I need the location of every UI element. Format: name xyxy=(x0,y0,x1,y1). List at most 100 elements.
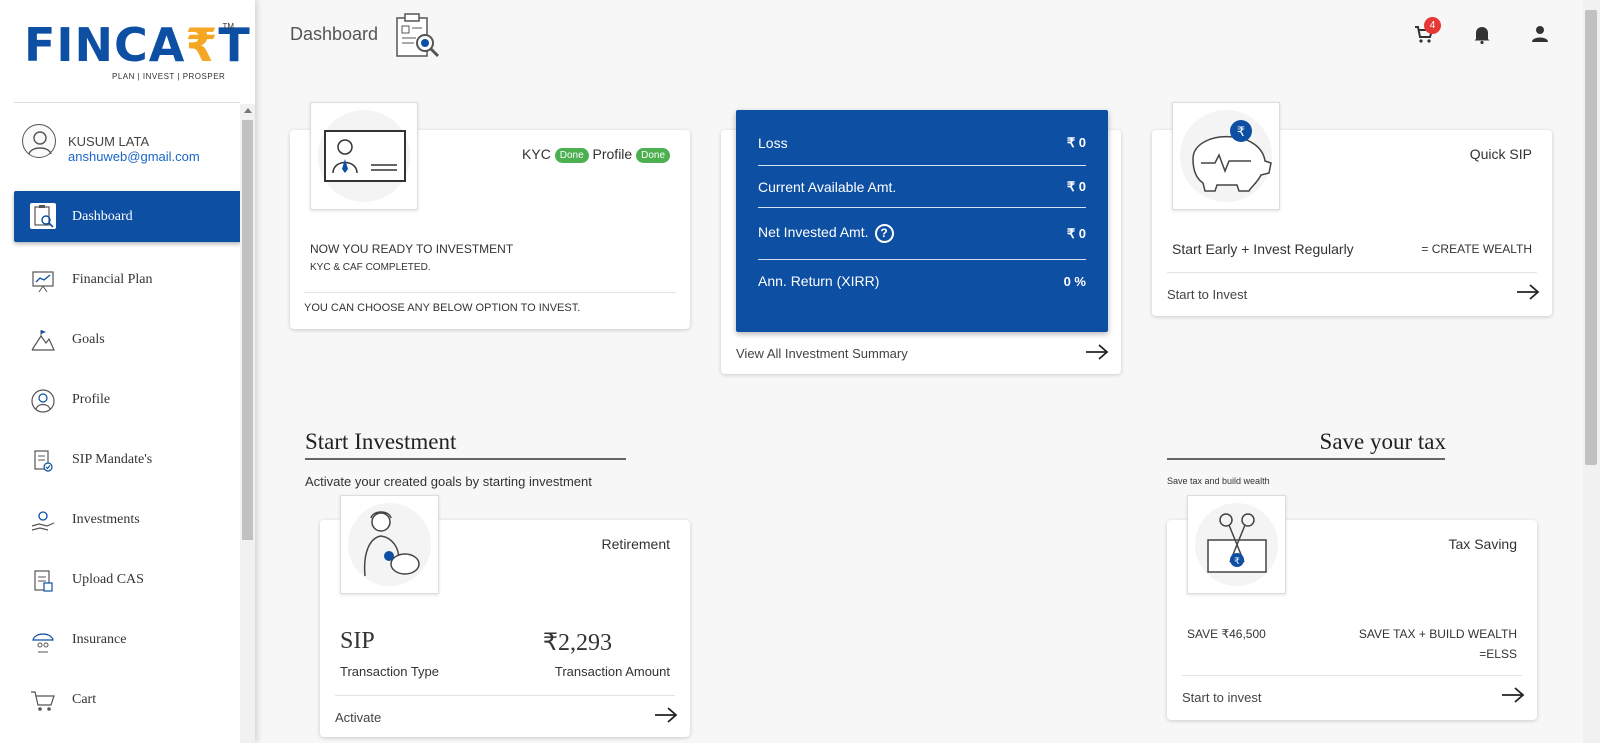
divider xyxy=(335,695,675,696)
piggy-bank-icon: ₹ xyxy=(1192,120,1272,192)
hand-money-icon xyxy=(31,511,55,531)
kyc-submessage: KYC & CAF COMPLETED. xyxy=(310,262,431,273)
view-summary-link[interactable]: View All Investment Summary xyxy=(736,346,908,361)
summary-value: 0 % xyxy=(1063,273,1086,289)
save-amount: SAVE ₹46,500 xyxy=(1187,627,1266,641)
kyc-label: KYC xyxy=(522,146,551,162)
page-title: Dashboard xyxy=(290,24,379,44)
account-icon[interactable] xyxy=(1530,24,1550,44)
sidebar-item-label: Cart xyxy=(72,692,97,707)
sidebar-item-financial-plan[interactable]: Financial Plan xyxy=(14,250,242,310)
quick-sip-icon-box: ₹ xyxy=(1172,102,1280,210)
sidebar-nav: Dashboard Financial Plan Goals Profile S… xyxy=(14,191,242,730)
section-subtitle: Activate your created goals by starting … xyxy=(305,474,592,489)
sidebar: FINCA₹T TM PLAN | INVEST | PROSPER KUSUM… xyxy=(0,0,255,743)
scissors-cash-icon: ₹ xyxy=(1207,513,1267,573)
fincart-logo[interactable]: FINCA₹T TM PLAN | INVEST | PROSPER xyxy=(24,22,250,84)
summary-row-current-available: Current Available Amt. ₹ 0 xyxy=(758,166,1086,208)
scroll-up-arrow-icon[interactable] xyxy=(244,108,252,113)
avatar[interactable] xyxy=(22,124,56,158)
sidebar-item-goals[interactable]: Goals xyxy=(14,310,242,370)
sidebar-item-label: Financial Plan xyxy=(72,272,153,287)
summary-label: Loss xyxy=(758,134,788,151)
arrow-right-icon[interactable] xyxy=(1085,344,1109,360)
sidebar-scroll-thumb[interactable] xyxy=(242,120,253,540)
transaction-type-label: Transaction Type xyxy=(340,664,439,679)
sidebar-divider xyxy=(14,102,240,103)
logo-text-part1: FINCA xyxy=(24,18,186,72)
divider xyxy=(1182,675,1522,676)
section-title-start-investment: Start Investment xyxy=(305,429,457,454)
start-to-invest-tax-link[interactable]: Start to invest xyxy=(1182,690,1261,705)
user-circle-icon xyxy=(31,389,55,413)
profile-done-badge: Done xyxy=(636,147,670,163)
clipboard-search-icon xyxy=(396,13,440,58)
sip-tagline-result: = CREATE WEALTH xyxy=(1421,242,1532,256)
section-subtitle: Save tax and build wealth xyxy=(1167,476,1270,486)
kyc-status: KYC Done Profile Done xyxy=(522,146,670,163)
sidebar-item-label: Insurance xyxy=(72,632,127,647)
summary-panel: Loss ₹ 0 Current Available Amt. ₹ 0 Net … xyxy=(736,110,1108,332)
clipboard-search-icon xyxy=(30,203,56,229)
sidebar-item-investments[interactable]: Investments xyxy=(14,490,242,550)
summary-value: ₹ 0 xyxy=(1066,178,1086,194)
sidebar-item-label: Goals xyxy=(72,332,105,347)
cart-icon xyxy=(31,691,55,711)
kyc-instruction: YOU CAN CHOOSE ANY BELOW OPTION TO INVES… xyxy=(304,302,581,314)
sidebar-item-cart[interactable]: Cart xyxy=(14,670,242,730)
tax-tagline-line1: SAVE TAX + BUILD WEALTH xyxy=(1358,627,1517,641)
divider xyxy=(304,292,676,293)
summary-label: Current Available Amt. xyxy=(758,178,897,195)
logo-rupee: ₹ xyxy=(185,18,219,72)
umbrella-family-icon xyxy=(32,633,54,653)
main-scroll-thumb[interactable] xyxy=(1585,10,1597,465)
sidebar-item-label: Investments xyxy=(72,512,140,527)
start-to-invest-link[interactable]: Start to Invest xyxy=(1167,287,1247,302)
user-info: KUSUM LATA anshuweb@gmail.com xyxy=(22,124,242,168)
sidebar-item-label: SIP Mandate's xyxy=(72,452,153,467)
section-underline xyxy=(1167,458,1445,460)
svg-text:₹: ₹ xyxy=(1234,557,1240,567)
transaction-type-value: SIP xyxy=(340,628,375,654)
sidebar-item-sip-mandates[interactable]: SIP Mandate's xyxy=(14,430,242,490)
summary-row-xirr: Ann. Return (XIRR) 0 % xyxy=(758,260,1086,302)
section-underline xyxy=(305,458,626,460)
summary-row-net-invested: Net Invested Amt.? ₹ 0 xyxy=(758,208,1086,260)
user-avatar-icon xyxy=(28,131,52,155)
sidebar-item-dashboard[interactable]: Dashboard xyxy=(14,191,242,242)
transaction-amount-value: ₹2,293 xyxy=(542,630,612,656)
retirement-icon-box xyxy=(340,495,439,594)
sidebar-item-profile[interactable]: Profile xyxy=(14,370,242,430)
bell-icon[interactable] xyxy=(1472,24,1492,44)
document-check-icon xyxy=(34,450,53,472)
profile-label: Profile xyxy=(592,146,633,162)
elderly-saving-icon xyxy=(363,511,420,577)
arrow-right-icon[interactable] xyxy=(1516,284,1540,300)
help-icon[interactable]: ? xyxy=(874,224,894,243)
card-title: Tax Saving xyxy=(1448,536,1517,552)
sidebar-item-label: Dashboard xyxy=(72,208,133,224)
transaction-amount-label: Transaction Amount xyxy=(554,664,670,679)
summary-row-loss: Loss ₹ 0 xyxy=(758,110,1086,166)
sidebar-item-insurance[interactable]: Insurance xyxy=(14,610,242,670)
user-name: KUSUM LATA xyxy=(68,134,150,149)
activate-link[interactable]: Activate xyxy=(335,710,381,725)
svg-text:₹: ₹ xyxy=(1237,125,1245,140)
tax-tagline-line2: =ELSS xyxy=(1479,647,1517,661)
kyc-message: NOW YOU READY TO INVESTMENT xyxy=(310,242,514,256)
arrow-right-icon[interactable] xyxy=(1501,687,1525,703)
card-title: Retirement xyxy=(601,536,670,552)
arrow-right-icon[interactable] xyxy=(654,707,678,723)
sip-tagline: Start Early + Invest Regularly xyxy=(1172,241,1354,257)
card-title: Quick SIP xyxy=(1469,146,1532,162)
sidebar-item-label: Upload CAS xyxy=(72,572,144,587)
chart-board-icon xyxy=(32,271,54,293)
section-title-save-tax: Save your tax xyxy=(1319,429,1446,454)
sidebar-item-label: Profile xyxy=(72,392,111,407)
logo-trademark: TM xyxy=(222,22,234,31)
user-email[interactable]: anshuweb@gmail.com xyxy=(68,149,200,164)
tax-saving-icon-box: ₹ xyxy=(1187,495,1286,594)
id-card-icon xyxy=(324,130,406,182)
sidebar-item-upload-cas[interactable]: Upload CAS xyxy=(14,550,242,610)
summary-label: Net Invested Amt. xyxy=(758,224,869,241)
